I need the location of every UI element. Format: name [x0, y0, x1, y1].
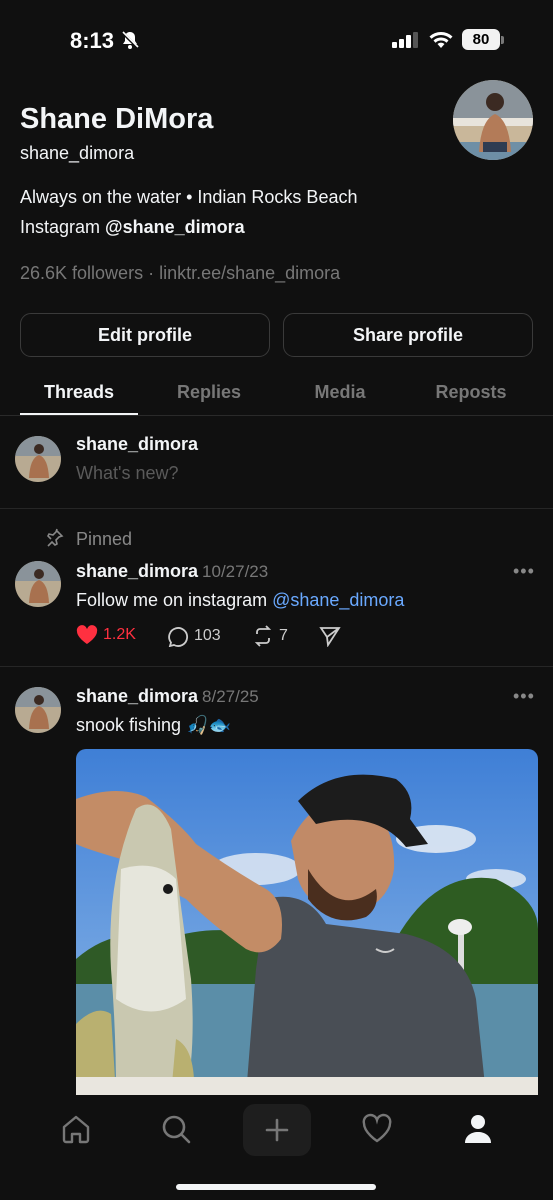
battery-icon: 80	[462, 29, 500, 50]
bio-prefix: Instagram	[20, 217, 106, 237]
repost-icon	[254, 625, 272, 647]
reply-button[interactable]: 103	[167, 625, 221, 647]
battery-tip	[501, 36, 504, 44]
divider	[0, 666, 553, 667]
post-avatar[interactable]	[15, 687, 61, 733]
post-username-text[interactable]: shane_dimora	[76, 561, 198, 581]
send-icon	[319, 627, 341, 647]
divider	[0, 508, 553, 509]
tab-media[interactable]: Media	[281, 382, 399, 403]
profile-icon[interactable]	[462, 1113, 494, 1150]
post-username[interactable]: shane_dimora 10/27/23	[76, 561, 268, 582]
post-mention[interactable]: @shane_dimora	[272, 590, 404, 610]
status-time: 8:13	[70, 28, 115, 53]
post-date: 10/27/23	[202, 562, 269, 581]
profile-username: shane_dimora	[20, 143, 135, 163]
profile-bio-line: Always on the water • Indian Rocks Beach	[20, 187, 358, 207]
tab-active-indicator	[20, 413, 138, 415]
post-date: 8/27/25	[202, 687, 259, 706]
profile-tabs: Threads Replies Media Reposts	[0, 372, 553, 416]
post-text: Follow me on instagram @shane_dimora	[76, 590, 404, 611]
new-thread-button[interactable]	[243, 1104, 311, 1156]
post-text: snook fishing 🎣🐟	[76, 715, 231, 735]
more-options-icon[interactable]: •••	[513, 561, 535, 582]
wifi-icon	[428, 30, 454, 55]
composer-input[interactable]: What's new?	[76, 463, 178, 484]
profile-link[interactable]: linktr.ee/shane_dimora	[159, 263, 340, 283]
comment-icon	[168, 627, 188, 647]
search-icon[interactable]	[160, 1113, 192, 1150]
tab-threads[interactable]: Threads	[20, 382, 138, 403]
tab-replies[interactable]: Replies	[150, 382, 268, 403]
profile-avatar[interactable]	[453, 80, 533, 160]
home-icon[interactable]	[60, 1113, 92, 1150]
instagram-handle[interactable]: @shane_dimora	[105, 217, 245, 237]
heart-filled-icon	[76, 625, 98, 644]
post-photo[interactable]	[76, 749, 538, 1095]
pinned-label: Pinned	[76, 529, 133, 549]
bell-slash-icon	[120, 30, 140, 55]
plus-icon	[265, 1118, 289, 1142]
signal-icon	[392, 32, 420, 53]
like-count: 1.2K	[103, 626, 136, 643]
share-button[interactable]	[319, 625, 346, 647]
followers-count[interactable]: 26.6K followers	[20, 263, 143, 283]
reply-count: 103	[194, 627, 221, 644]
stats-separator: ·	[143, 263, 160, 283]
post-username[interactable]: shane_dimora 8/27/25	[76, 686, 259, 707]
profile-bio-instagram: Instagram @shane_dimora	[20, 217, 245, 238]
more-options-icon[interactable]: •••	[513, 686, 535, 707]
tab-reposts[interactable]: Reposts	[412, 382, 530, 403]
share-profile-button[interactable]: Share profile	[283, 313, 533, 357]
bottom-navigation	[0, 1095, 553, 1200]
status-bar: 8:13 80	[0, 0, 553, 80]
post-text-body: Follow me on instagram	[76, 590, 273, 610]
home-indicator	[176, 1184, 376, 1190]
edit-profile-button[interactable]: Edit profile	[20, 313, 270, 357]
composer-username: shane_dimora	[76, 434, 199, 454]
post-username-text[interactable]: shane_dimora	[76, 686, 198, 706]
repost-button[interactable]: 7	[252, 625, 288, 647]
profile-stats: 26.6K followers · linktr.ee/shane_dimora	[20, 263, 340, 284]
composer-avatar	[15, 436, 61, 482]
pin-icon	[44, 528, 64, 553]
like-button[interactable]: 1.2K	[76, 625, 136, 645]
heart-icon[interactable]	[361, 1113, 393, 1150]
post-avatar[interactable]	[15, 561, 61, 607]
profile-display-name: Shane DiMora	[20, 103, 214, 135]
repost-count: 7	[279, 627, 288, 644]
